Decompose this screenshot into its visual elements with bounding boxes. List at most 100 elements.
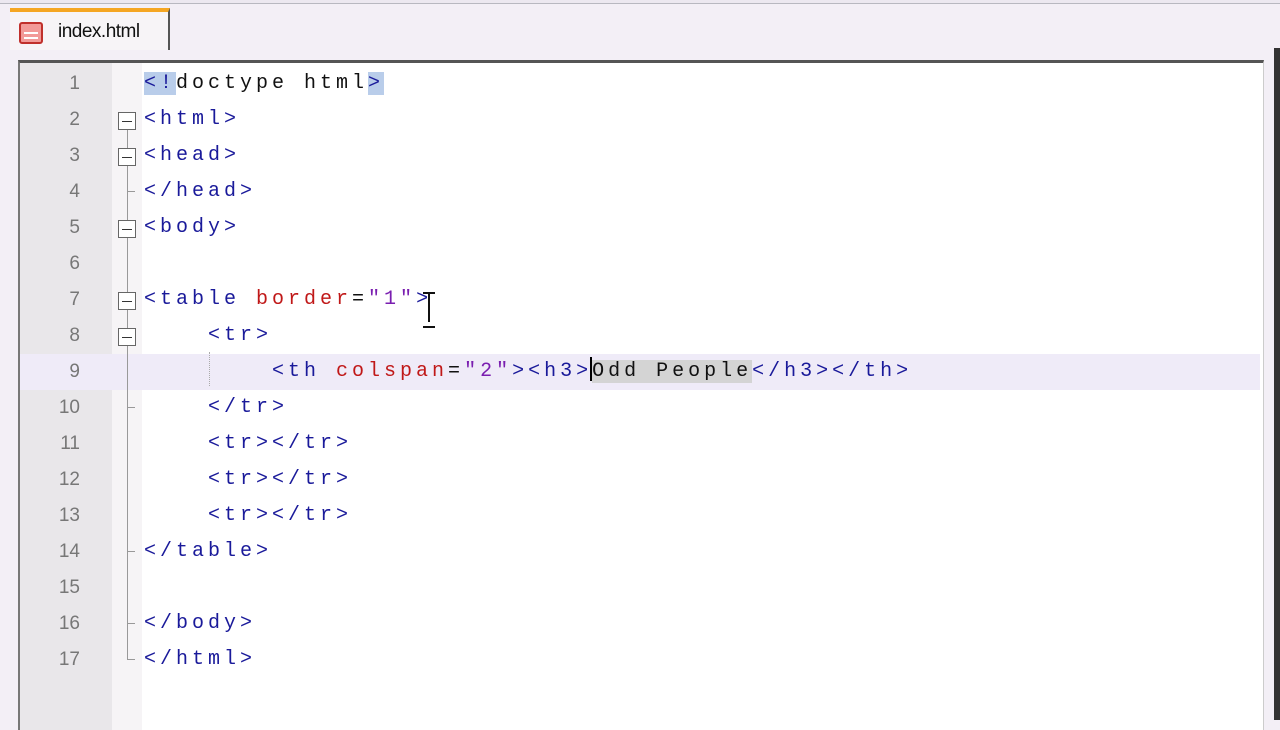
code-line[interactable]: 15 (20, 570, 1260, 606)
window-edge (1274, 48, 1280, 720)
code-token: <! (144, 72, 177, 95)
fold-line (127, 318, 128, 328)
code-line[interactable]: 1 <!doctype html> (20, 66, 1260, 102)
fold-end-marker (127, 390, 135, 408)
code-token: <tr></tr> (208, 504, 353, 527)
fold-line (127, 238, 128, 246)
code-line[interactable]: 14 </table> (20, 534, 1260, 570)
line-number: 13 (58, 505, 80, 526)
code-token: <tr></tr> (208, 432, 353, 455)
indent-guide (209, 352, 210, 386)
code-token: doctype html (176, 72, 369, 95)
code-line[interactable]: 4 </head> (20, 174, 1260, 210)
code-text: </body> (144, 612, 256, 635)
code-line[interactable]: 12 <tr></tr> (20, 462, 1260, 498)
fold-line (127, 192, 128, 210)
line-number: 11 (60, 433, 80, 454)
code-token: <table (144, 288, 257, 311)
fold-toggle-icon[interactable] (118, 112, 136, 130)
line-number: 16 (58, 613, 80, 634)
fold-end-marker (127, 606, 135, 624)
code-token: = (448, 360, 465, 383)
code-editor[interactable]: 1 <!doctype html> 2 <html> 3 <head> 4 </head> 5 <… (18, 60, 1264, 730)
code-token: > (368, 72, 385, 95)
fold-line (127, 462, 128, 498)
code-token: border (256, 288, 353, 311)
fold-toggle-icon[interactable] (118, 148, 136, 166)
tab-index-html[interactable]: index.html (10, 8, 170, 50)
fold-toggle-icon[interactable] (118, 292, 136, 310)
fold-line (127, 426, 128, 462)
window-top-border (0, 0, 1280, 4)
code-line[interactable]: 17 </html> (20, 642, 1260, 678)
code-token: <html> (144, 108, 241, 131)
fold-line (127, 570, 128, 606)
code-text: </table> (144, 540, 272, 563)
fold-line (127, 624, 128, 642)
code-token: "1" (368, 288, 417, 311)
code-token: </h3></th> (752, 360, 913, 383)
fold-line (127, 282, 128, 292)
line-number: 15 (58, 577, 80, 598)
code-line[interactable]: 10 </tr> (20, 390, 1260, 426)
code-token: colspan (336, 360, 449, 383)
fold-line (127, 130, 128, 138)
code-token: = (352, 288, 369, 311)
code-line[interactable]: 8 <tr> (20, 318, 1260, 354)
html-file-icon (19, 22, 43, 44)
code-line[interactable]: 13 <tr></tr> (20, 498, 1260, 534)
fold-line (127, 210, 128, 220)
code-text: <!doctype html> (144, 72, 385, 95)
code-text: <table border="1"> (144, 288, 432, 311)
text-caret (590, 357, 592, 381)
fold-line (127, 498, 128, 534)
line-number: 10 (58, 397, 80, 418)
code-line[interactable]: 16 </body> (20, 606, 1260, 642)
fold-line (127, 552, 128, 570)
fold-end-marker (127, 174, 135, 192)
tab-label: index.html (58, 21, 140, 42)
code-text: </head> (144, 180, 256, 203)
code-token: </html> (144, 648, 257, 671)
code-token: <tr> (208, 324, 273, 347)
fold-end-marker (127, 534, 135, 552)
fold-line (127, 310, 128, 318)
line-number: 14 (58, 541, 80, 562)
selected-text: Odd People (592, 360, 753, 383)
line-number: 1 (69, 73, 80, 94)
fold-line (127, 354, 128, 390)
line-number: 12 (58, 469, 80, 490)
line-number: 3 (69, 145, 80, 166)
code-token: </body> (144, 612, 257, 635)
fold-toggle-icon[interactable] (118, 328, 136, 346)
code-token: </tr> (208, 396, 289, 419)
code-line[interactable]: 3 <head> (20, 138, 1260, 174)
code-line[interactable]: 11 <tr></tr> (20, 426, 1260, 462)
ibeam-cursor-icon (423, 292, 435, 328)
code-line[interactable]: 7 <table border="1"> (20, 282, 1260, 318)
line-number: 6 (69, 253, 80, 274)
code-text: <head> (144, 144, 240, 167)
code-line[interactable]: 9 <th colspan="2"><h3>Odd People</h3></t… (20, 354, 1260, 390)
fold-toggle-icon[interactable] (118, 220, 136, 238)
fold-line (127, 408, 128, 426)
fold-line (127, 246, 128, 282)
code-token: <head> (144, 144, 241, 167)
code-token: </head> (144, 180, 257, 203)
code-token: <th (272, 360, 337, 383)
code-text: <tr></tr> (144, 504, 352, 527)
code-token: <body> (144, 216, 241, 239)
line-number: 8 (69, 325, 80, 346)
fold-line (127, 166, 128, 174)
code-line[interactable]: 6 (20, 246, 1260, 282)
code-line[interactable]: 5 <body> (20, 210, 1260, 246)
fold-line (127, 138, 128, 148)
code-line[interactable]: 2 <html> (20, 102, 1260, 138)
code-token: </table> (144, 540, 273, 563)
